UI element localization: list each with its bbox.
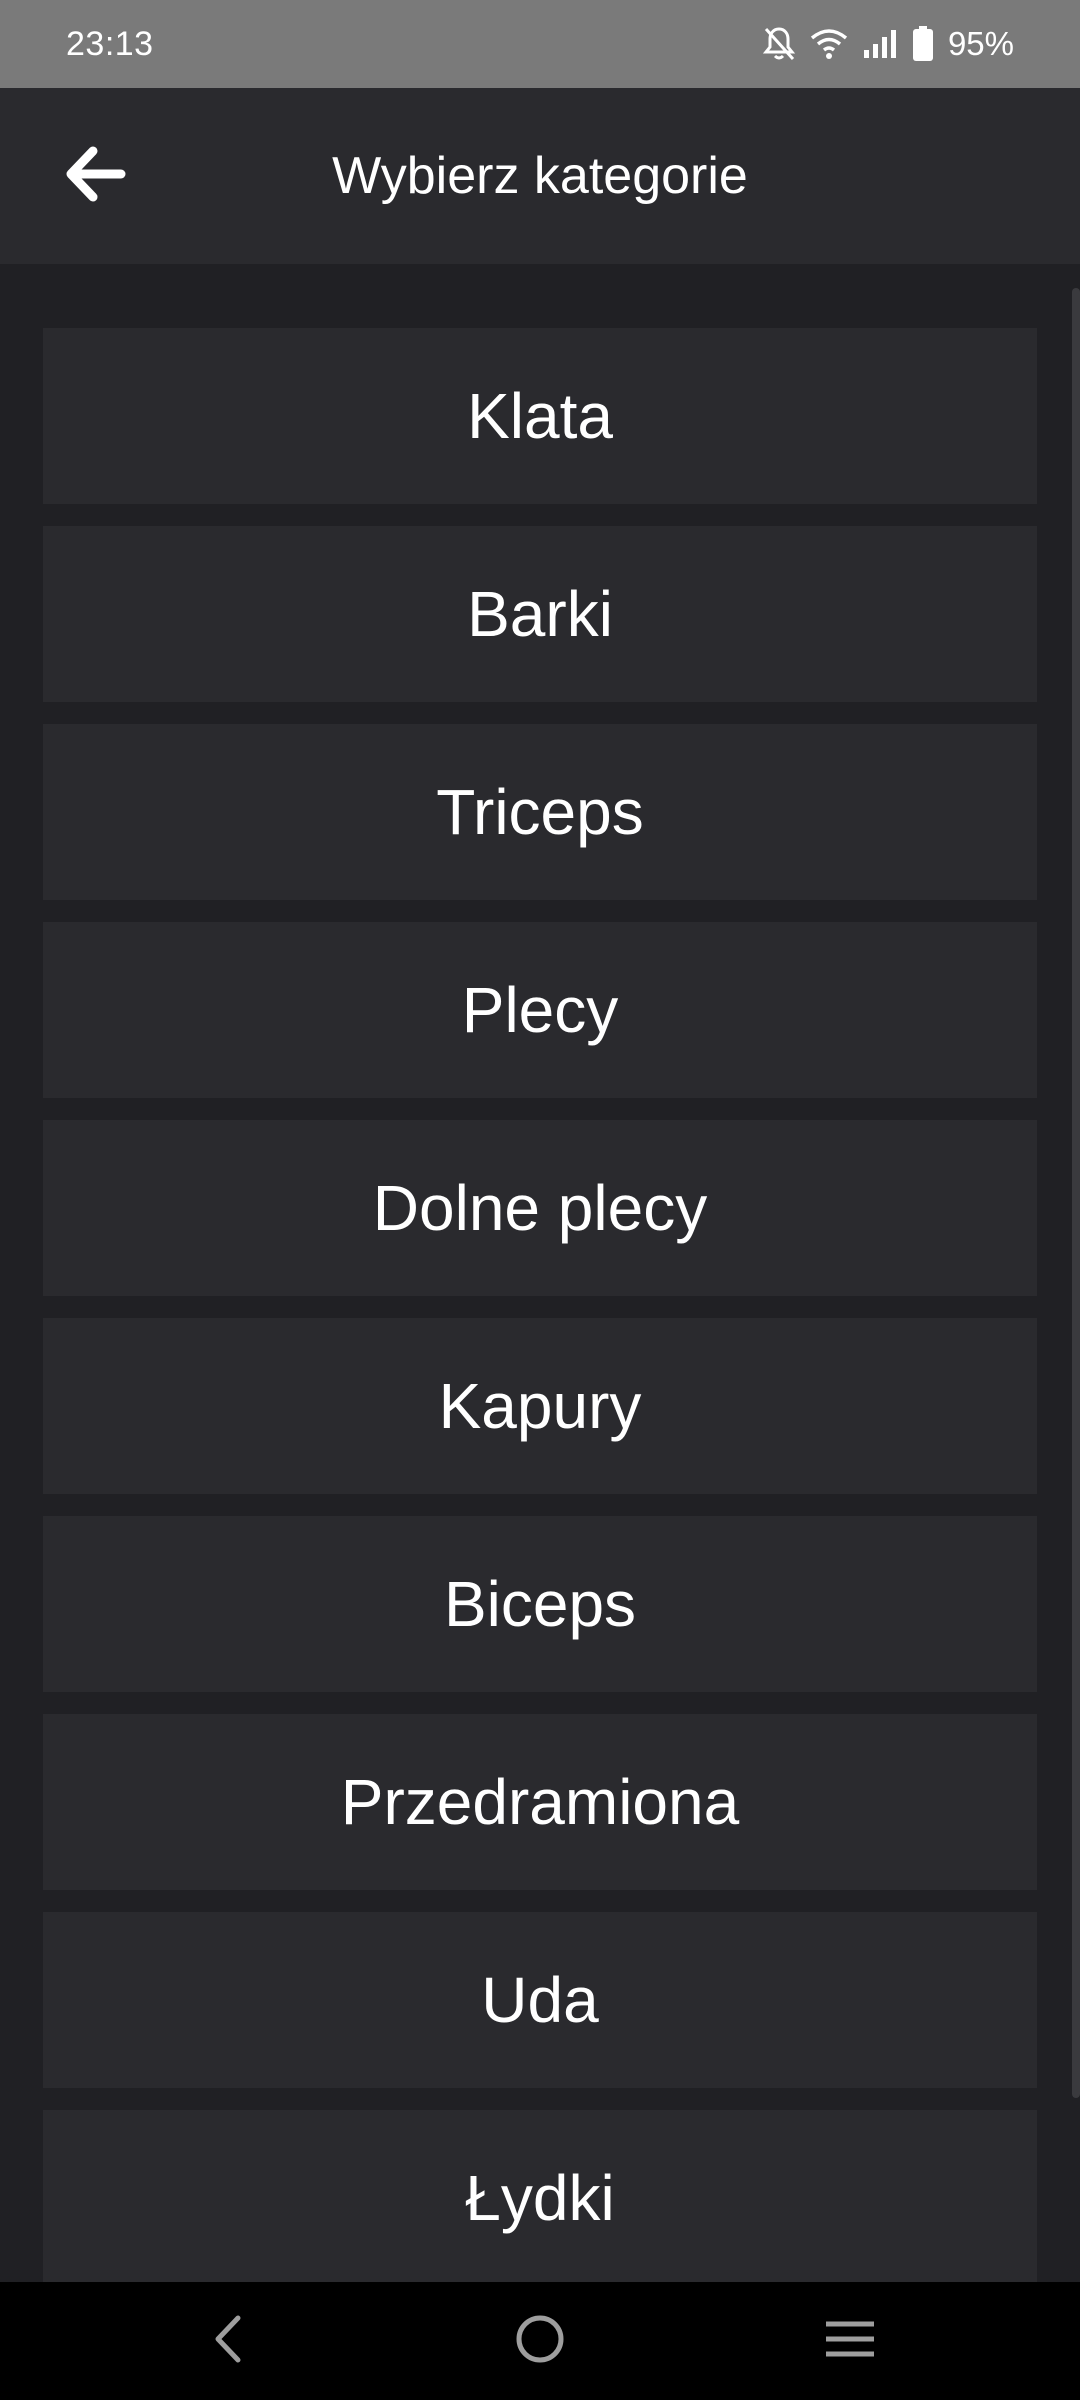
- arrow-back-icon: [63, 145, 127, 208]
- category-label: Dolne plecy: [372, 1172, 708, 1244]
- status-bar: 23:13 95%: [0, 0, 1080, 88]
- battery-icon: [912, 26, 934, 62]
- category-item[interactable]: Barki: [43, 526, 1037, 702]
- category-list: Klata Barki Triceps Plecy Dolne plecy Kapury B…: [43, 328, 1037, 2282]
- notifications-off-icon: [762, 25, 796, 63]
- category-label: Barki: [467, 578, 613, 650]
- category-item[interactable]: Triceps: [43, 724, 1037, 900]
- battery-percentage: 95%: [947, 25, 1014, 62]
- nav-recents-button[interactable]: [790, 2302, 910, 2380]
- category-label: Przedramiona: [340, 1766, 740, 1838]
- category-item[interactable]: Klata: [43, 328, 1037, 504]
- nav-home-button[interactable]: [480, 2302, 600, 2380]
- navigation-bar: [0, 2282, 1080, 2400]
- category-item[interactable]: Łydki: [43, 2110, 1037, 2282]
- page-title: Wybierz kategorie: [332, 147, 748, 205]
- wifi-icon: [810, 28, 848, 60]
- nav-back-icon: [208, 2314, 248, 2369]
- scrollbar[interactable]: [1072, 288, 1080, 2098]
- category-label: Łydki: [465, 2162, 615, 2234]
- category-label: Uda: [481, 1964, 599, 2036]
- category-item[interactable]: Kapury: [43, 1318, 1037, 1494]
- status-icons: 95%: [762, 22, 1014, 66]
- signal-icon: [862, 28, 898, 60]
- category-item[interactable]: Przedramiona: [43, 1714, 1037, 1890]
- category-label: Kapury: [438, 1370, 642, 1442]
- category-item[interactable]: Dolne plecy: [43, 1120, 1037, 1296]
- category-label: Klata: [467, 380, 613, 452]
- app-bar: Wybierz kategorie: [0, 88, 1080, 264]
- category-item[interactable]: Uda: [43, 1912, 1037, 2088]
- nav-recents-icon: [824, 2319, 876, 2364]
- category-label: Triceps: [436, 776, 644, 848]
- status-time: 23:13: [66, 25, 154, 63]
- category-label: Plecy: [461, 974, 619, 1046]
- nav-back-button[interactable]: [168, 2302, 288, 2380]
- category-item[interactable]: Plecy: [43, 922, 1037, 1098]
- category-label: Biceps: [443, 1568, 637, 1640]
- app-root: 23:13 95% Wybierz kategorie Klata Barki …: [0, 0, 1080, 2400]
- category-item[interactable]: Biceps: [43, 1516, 1037, 1692]
- nav-home-icon: [513, 2312, 567, 2371]
- back-button[interactable]: [40, 138, 150, 214]
- category-list-container[interactable]: Klata Barki Triceps Plecy Dolne plecy Kapury B…: [0, 264, 1080, 2282]
